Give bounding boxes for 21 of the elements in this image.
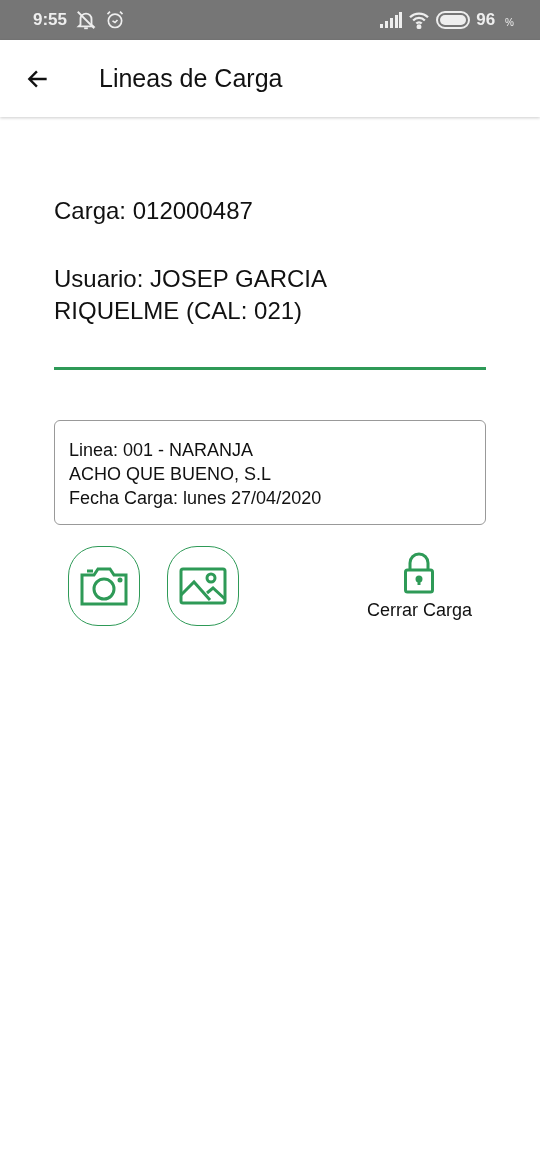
card-text: Linea: 001 - NARANJA [69,439,255,462]
battery-icon [436,11,471,29]
line-card[interactable]: Linea: 001 - NARANJA ACHO QUE BUENO, S.L Fecha Carga: lunes 27/04/2020 [54,420,486,525]
user-name: Usuario: JOSEP GARCIA RIQUELME (CAL: 021) [54,264,328,326]
close-load-button[interactable]: Cerrar Carga [366,551,472,621]
padlock-icon [403,551,436,594]
muted-bell-icon [75,9,98,31]
load-number: Carga: 012000487 [54,197,254,225]
camera-icon [79,565,129,607]
wifi-icon [408,11,431,29]
signal-icon [380,12,403,28]
battery-unit: % [505,16,514,28]
card-text: ACHO QUE BUENO, S.L [69,463,273,486]
image-icon [179,567,227,605]
card-text: Fecha Carga: lunes 27/04/2020 [69,487,323,510]
camera-button[interactable] [68,546,140,626]
battery-level: 96 [476,10,496,30]
gallery-button[interactable] [167,546,239,626]
screen-title: Lineas de Carga [99,64,283,93]
status-time: 9:55 [33,10,68,30]
alarm-icon [105,10,126,30]
